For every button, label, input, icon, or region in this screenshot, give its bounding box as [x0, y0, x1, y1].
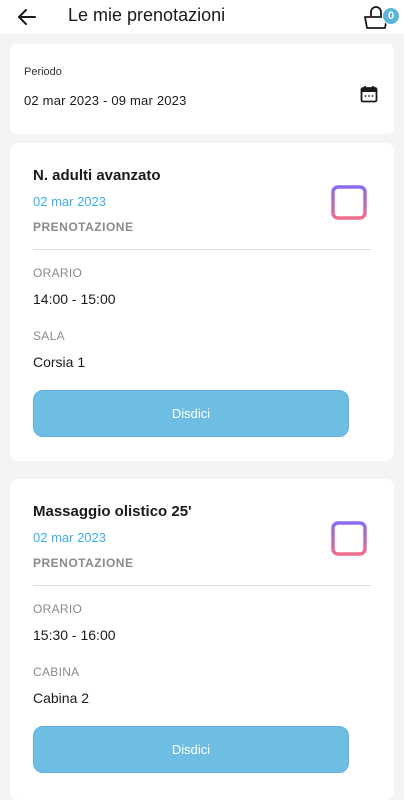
place-value: Corsia 1 — [33, 354, 86, 370]
place-label: CABINA — [33, 665, 80, 679]
time-label: ORARIO — [33, 266, 83, 280]
back-button[interactable] — [14, 4, 40, 30]
place-label: SALA — [33, 329, 65, 343]
divider — [33, 585, 371, 586]
calendar-icon — [331, 517, 367, 556]
booking-card: Massaggio olistico 25' 02 mar 2023 PRENO… — [10, 479, 394, 800]
calendar-icon — [331, 181, 367, 220]
basket-count-badge: 0 — [382, 7, 400, 25]
booking-title: N. adulti avanzato — [33, 167, 161, 184]
period-value[interactable]: 02 mar 2023 - 09 mar 2023 — [24, 93, 187, 108]
period-label: Periodo — [24, 66, 62, 78]
period-card: Periodo 02 mar 2023 - 09 mar 2023 — [10, 44, 394, 134]
cancel-button[interactable]: Disdici — [33, 726, 349, 773]
booking-date: 02 mar 2023 — [33, 530, 106, 545]
divider — [33, 249, 371, 250]
page-title: Le mie prenotazioni — [68, 5, 226, 25]
booking-date: 02 mar 2023 — [33, 194, 106, 209]
place-value: Cabina 2 — [33, 690, 90, 706]
calendar-icon[interactable] — [360, 85, 378, 103]
booking-title: Massaggio olistico 25' — [33, 503, 192, 520]
booking-type: PRENOTAZIONE — [33, 556, 134, 570]
time-value: 14:00 - 15:00 — [33, 291, 116, 307]
time-value: 15:30 - 16:00 — [33, 627, 116, 643]
basket-button[interactable]: 0 — [362, 2, 400, 32]
cancel-button[interactable]: Disdici — [33, 390, 349, 437]
time-label: ORARIO — [33, 602, 83, 616]
arrow-left-icon — [18, 9, 36, 25]
booking-card: N. adulti avanzato 02 mar 2023 PRENOTAZI… — [10, 143, 394, 461]
app-header: Le mie prenotazioni 0 — [0, 0, 404, 34]
booking-type: PRENOTAZIONE — [33, 220, 134, 234]
